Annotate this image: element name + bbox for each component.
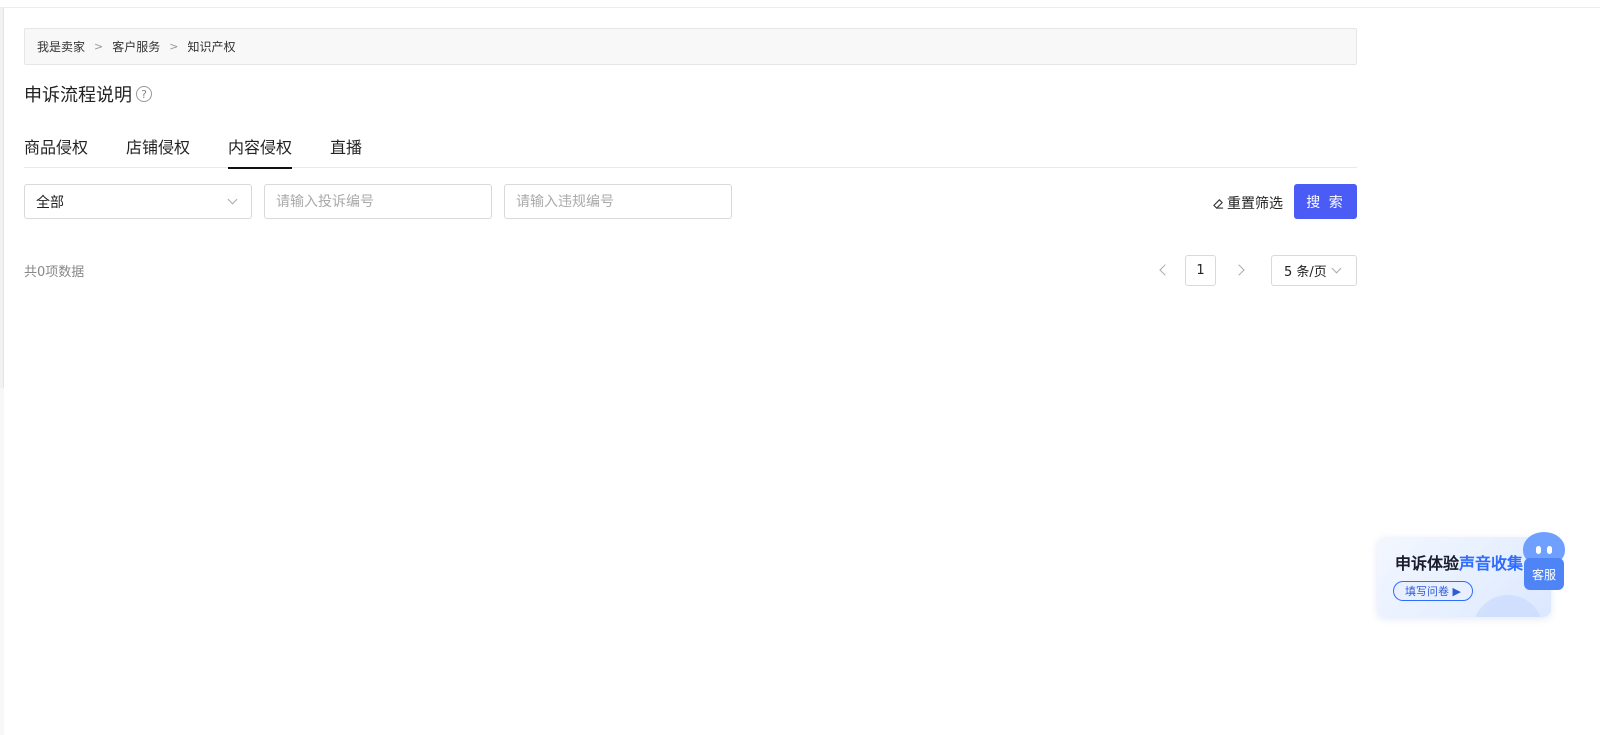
search-button[interactable]: 搜 索 xyxy=(1294,184,1357,219)
breadcrumb-item-customer-service[interactable]: 客户服务 xyxy=(112,38,160,55)
banner-decoration xyxy=(1473,595,1543,617)
left-edge-bar xyxy=(0,8,4,388)
breadcrumb: 我是卖家 > 客户服务 > 知识产权 xyxy=(24,28,1357,65)
tab-live-stream[interactable]: 直播 xyxy=(330,131,362,168)
chevron-left-icon xyxy=(1159,264,1171,276)
violation-number-input[interactable] xyxy=(516,193,720,210)
tab-content-infringement[interactable]: 内容侵权 xyxy=(228,131,293,169)
complaint-number-input[interactable] xyxy=(276,193,480,210)
breadcrumb-separator: > xyxy=(94,40,104,53)
reset-filters-label: 重置筛选 xyxy=(1227,196,1283,212)
tab-bar: 商品侵权 店铺侵权 内容侵权 直播 xyxy=(24,131,1357,169)
left-edge-bar-lower xyxy=(0,388,4,735)
page-size-value: 5 条/页 xyxy=(1284,265,1327,280)
tab-shop-infringement[interactable]: 店铺侵权 xyxy=(126,131,190,168)
chevron-right-icon xyxy=(1233,264,1245,276)
cs-mascot-eye xyxy=(1536,546,1541,554)
next-page-button[interactable] xyxy=(1233,262,1249,278)
page-number-current[interactable]: 1 xyxy=(1185,255,1216,286)
banner-title-highlight: 声音收集 xyxy=(1459,554,1524,573)
status-select[interactable]: 全部 xyxy=(24,184,252,219)
breadcrumb-item-ip[interactable]: 知识产权 xyxy=(187,38,235,55)
complaint-number-field[interactable] xyxy=(264,184,492,219)
page-title: 申诉流程说明 xyxy=(24,85,132,106)
customer-service-label: 客服 xyxy=(1524,558,1564,590)
page-size-select[interactable]: 5 条/页 xyxy=(1271,255,1357,286)
breadcrumb-item-seller[interactable]: 我是卖家 xyxy=(37,38,85,55)
banner-title-plain: 申诉体验 xyxy=(1395,554,1460,573)
top-divider xyxy=(0,7,1600,8)
eraser-icon xyxy=(1213,198,1224,209)
cs-mascot-eye xyxy=(1547,546,1552,554)
reset-filters-button[interactable]: 重置筛选 xyxy=(1213,193,1283,213)
customer-service-widget[interactable]: 客服 xyxy=(1521,532,1566,590)
help-icon[interactable]: ? xyxy=(136,86,152,102)
violation-number-field[interactable] xyxy=(504,184,732,219)
tab-product-infringement[interactable]: 商品侵权 xyxy=(24,131,88,168)
result-count: 共0项数据 xyxy=(24,265,85,280)
page-title-row: 申诉流程说明 ? xyxy=(24,81,152,107)
banner-title: 申诉体验声音收集 xyxy=(1395,550,1523,574)
status-select-value: 全部 xyxy=(36,194,64,211)
fill-survey-button[interactable]: 填写问卷 ▶ xyxy=(1393,581,1473,601)
breadcrumb-separator: > xyxy=(169,40,179,53)
prev-page-button[interactable] xyxy=(1155,262,1171,278)
chevron-down-icon xyxy=(227,194,238,205)
chevron-down-icon xyxy=(1331,263,1342,274)
